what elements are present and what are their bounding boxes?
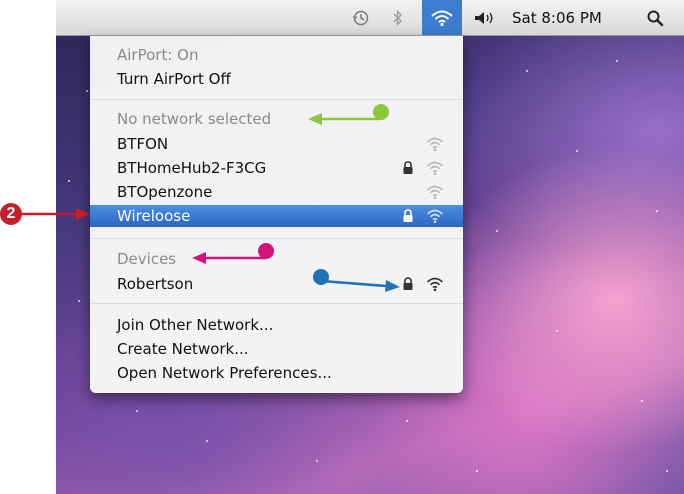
step-number-badge: 2 bbox=[0, 203, 22, 225]
step-2-arrow bbox=[22, 208, 90, 220]
callout-annotations bbox=[22, 104, 400, 292]
no-network-callout-arrow bbox=[308, 104, 389, 125]
security-callout-arrow bbox=[313, 269, 400, 292]
devices-callout-arrow bbox=[192, 243, 274, 264]
